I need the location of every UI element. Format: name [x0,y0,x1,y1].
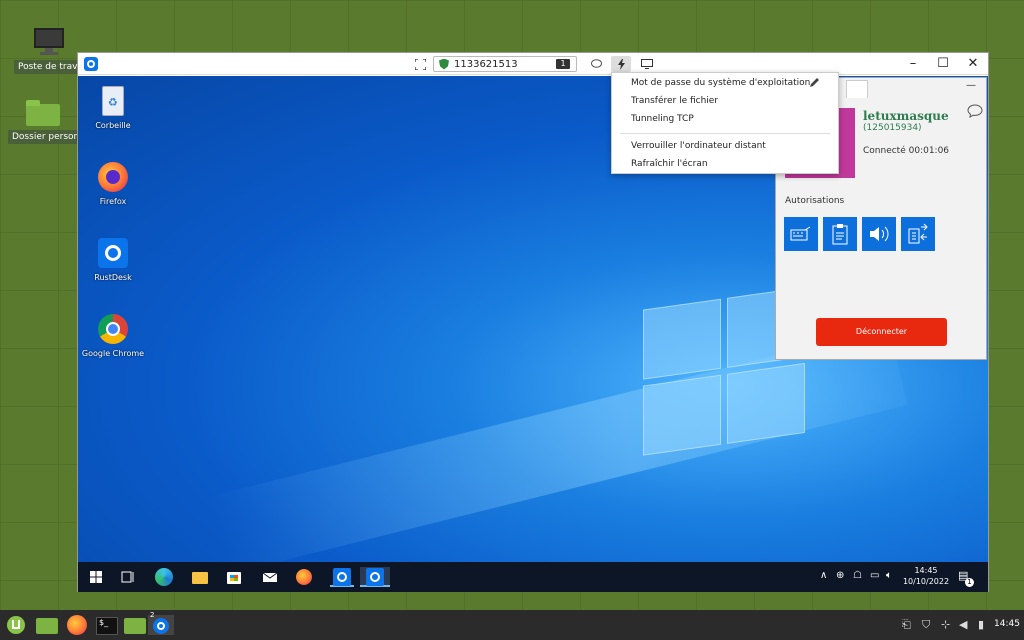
host-icon-computer[interactable]: Poste de trava [14,28,84,78]
remote-icon-firefox[interactable]: Firefox [78,160,148,206]
icon-label: Firefox [99,197,127,206]
maximize-icon[interactable]: ☐ [930,55,956,73]
workspace-badge: 2 [150,611,155,619]
remote-id-box[interactable]: 1133621513 1 [433,56,577,72]
rustdesk-icon [96,236,130,270]
actions-lightning-icon[interactable] [611,56,631,72]
menu-separator [620,133,830,134]
shield-icon [439,58,449,70]
taskbar-date[interactable]: 10/10/2022 [902,577,950,586]
panel-minimize-icon[interactable]: — [966,80,976,91]
keyboard-permission-icon[interactable] [784,217,818,251]
remote-icon-chrome[interactable]: Google Chrome [78,312,148,358]
tray-chevron-icon[interactable]: ∧ [820,570,827,581]
disconnect-button[interactable]: Déconnecter [816,318,947,346]
start-icon[interactable] [86,567,106,587]
menu-item-refresh-screen[interactable]: Rafraîchir l'écran [631,157,708,171]
tray-clipboard-icon[interactable]: ⎗ [902,618,911,632]
computer-icon [32,28,66,56]
chat-icon[interactable] [588,56,604,72]
chat-bubble-icon[interactable] [967,103,983,122]
folder-icon [26,100,60,126]
clipboard-permission-icon[interactable] [823,217,857,251]
tray-meet-icon[interactable]: ⊕ [836,570,844,581]
rustdesk-taskbar-icon-2[interactable] [360,567,390,587]
tray-volume-icon[interactable]: ◀ [959,618,967,631]
host-icon-label: Dossier person [8,130,78,144]
menu-item-file-transfer[interactable]: Transférer le fichier [631,94,718,108]
panel-tab[interactable] [846,80,868,98]
permissions-title: Autorisations [785,196,845,206]
tray-display-icon[interactable]: ▭ [870,570,879,581]
menu-item-os-password[interactable]: Mot de passe du système d'exploitation [631,76,810,90]
file-transfer-permission-icon[interactable] [901,217,935,251]
terminal-launcher-icon[interactable]: $_ [96,615,118,635]
firefox-icon [96,160,130,194]
tray-network-icon[interactable]: ☖ [853,570,862,581]
host-icon-label: Poste de trava [14,60,84,74]
host-panel: $_ 2 ⎗ ⛉ ⊹ ◀ ▮ 14:45 [0,610,1024,640]
firefox-taskbar-icon[interactable] [294,567,314,587]
remote-icon-recycle-bin[interactable]: ♻ Corbeille [78,84,148,130]
firefox-launcher-icon[interactable] [66,615,88,635]
remote-id: 1133621513 [454,58,518,70]
display-settings-icon[interactable] [638,56,656,72]
remote-icon-rustdesk[interactable]: RustDesk [78,236,148,282]
icon-label: Google Chrome [81,349,145,358]
mail-icon[interactable] [260,567,280,587]
volume-icon[interactable]: 🔈︎ [886,570,892,581]
user-id: (125015934) [863,123,922,133]
file-explorer-icon[interactable] [190,567,210,587]
remote-taskbar: ∧ ⊕ ☖ ▭ 🔈︎ 14:45 10/10/2022 ▤ 1 [78,562,988,592]
icon-label: RustDesk [94,273,132,282]
minimize-icon[interactable]: – [900,55,926,73]
audio-permission-icon[interactable] [862,217,896,251]
recycle-bin-icon: ♻ [96,84,130,118]
host-icon-home-folder[interactable]: Dossier person [8,100,78,148]
icon-label: Corbeille [95,121,131,130]
rustdesk-titlebar: 1133621513 1 – ☐ ✕ [78,53,988,75]
tray-battery-icon[interactable]: ▮ [978,618,984,631]
display-badge[interactable]: 1 [556,59,570,69]
mint-menu-icon[interactable] [6,615,28,635]
fullscreen-icon[interactable] [412,56,428,72]
user-name: letuxmasque [863,109,949,123]
chrome-icon [96,312,130,346]
task-view-icon[interactable] [118,567,138,587]
connection-timer: Connecté 00:01:06 [863,146,950,156]
folder-window-icon[interactable] [124,615,146,635]
tray-shield-icon[interactable]: ⛉ [922,618,930,632]
actions-menu: Mot de passe du système d'exploitation T… [611,72,839,174]
files-launcher-icon[interactable] [36,615,58,635]
store-icon[interactable] [224,567,244,587]
menu-item-lock-remote[interactable]: Verrouiller l'ordinateur distant [631,139,766,153]
taskbar-time[interactable]: 14:45 [906,566,946,575]
edit-pencil-icon[interactable] [809,77,820,91]
notification-count: 1 [965,578,974,587]
host-clock[interactable]: 14:45 [994,619,1020,629]
close-icon[interactable]: ✕ [960,55,986,73]
edge-icon[interactable] [154,567,174,587]
tray-network-icon[interactable]: ⊹ [941,618,950,631]
rustdesk-logo-icon [84,57,98,71]
rustdesk-window-icon[interactable]: 2 [148,611,174,635]
menu-item-tcp-tunneling[interactable]: Tunneling TCP [631,112,694,126]
rustdesk-taskbar-icon[interactable] [330,567,354,587]
